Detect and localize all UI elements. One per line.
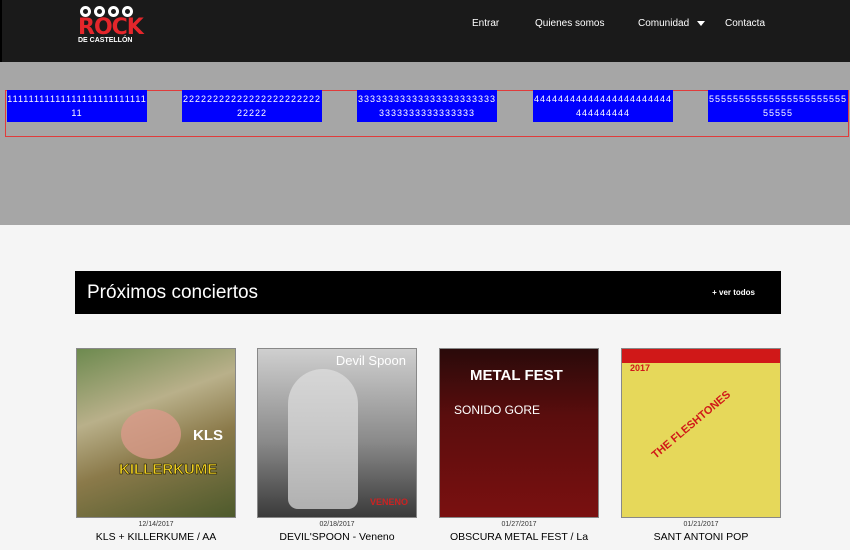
concert-date: 01/21/2017 (683, 521, 719, 528)
poster-text: KILLERKUME (119, 461, 218, 479)
concert-title[interactable]: SANT ANTONI POP (621, 531, 781, 543)
see-all-link[interactable]: + ver todos (712, 288, 755, 297)
poster-badge: VENENO (369, 497, 408, 507)
concert-poster[interactable]: 2017 THE FLESHTONES (621, 348, 781, 518)
concert-poster[interactable]: KLS KILLERKUME (76, 348, 236, 518)
concert-card[interactable]: 2017 THE FLESHTONES 01/21/2017 SANT ANTO… (621, 348, 781, 543)
poster-figure (121, 409, 181, 459)
poster-badge: KLS (193, 427, 223, 444)
concerts-header: Próximos conciertos + ver todos (75, 271, 781, 314)
poster-badge: SONIDO GORE (454, 403, 541, 417)
slide-3[interactable]: 333333333333333333333333333333333333333 (357, 90, 497, 122)
logo-circle-icon (122, 6, 133, 17)
concert-card[interactable]: KLS KILLERKUME 12/14/2017 KLS + KILLERKU… (76, 348, 236, 543)
poster-badge: 2017 (630, 363, 651, 373)
concert-title[interactable]: KLS + KILLERKUME / AA (76, 531, 236, 543)
slide-4[interactable]: 44444444444444444444444444444444 (533, 90, 673, 122)
poster-text: Devil Spoon (335, 353, 406, 368)
logo-subtitle: DE CASTELLÓN (78, 37, 133, 44)
slide-2[interactable]: 2222222222222222222222222222 (182, 90, 322, 122)
concert-card[interactable]: METAL FEST SONIDO GORE 01/27/2017 OBSCUR… (439, 348, 599, 543)
nav-quienes-somos[interactable]: Quienes somos (535, 18, 604, 29)
poster-top-band (622, 349, 780, 363)
nav-contacta[interactable]: Contacta (725, 18, 765, 29)
section-title: Próximos conciertos (87, 282, 259, 303)
nav-comunidad[interactable]: Comunidad (638, 18, 706, 29)
poster-text: METAL FEST (470, 367, 563, 384)
concert-card[interactable]: Devil Spoon VENENO 02/18/2017 DEVIL'SPOO… (257, 348, 417, 543)
logo-circle-icon (94, 6, 105, 17)
concert-date: 12/14/2017 (138, 521, 174, 528)
logo-icons (80, 6, 140, 17)
slide-5[interactable]: 5555555555555555555555555555 (708, 90, 848, 122)
site-logo[interactable]: ROCK DE CASTELLÓN (78, 6, 144, 56)
poster-figure (288, 369, 358, 509)
slide-1[interactable]: 1111111111111111111111111111 (7, 90, 147, 122)
poster-text: THE FLESHTONES (649, 388, 734, 462)
hero-banner (0, 62, 850, 225)
concert-title[interactable]: OBSCURA METAL FEST / La (439, 531, 599, 543)
concert-date: 01/27/2017 (501, 521, 537, 528)
logo-circle-icon (80, 6, 91, 17)
top-navbar: ROCK DE CASTELLÓN Entrar Quienes somos C… (0, 0, 850, 62)
concert-date: 02/18/2017 (319, 521, 355, 528)
chevron-down-icon (697, 20, 706, 26)
concert-poster[interactable]: Devil Spoon VENENO (257, 348, 417, 518)
nav-entrar[interactable]: Entrar (472, 18, 499, 29)
concert-poster[interactable]: METAL FEST SONIDO GORE (439, 348, 599, 518)
nav-comunidad-label: Comunidad (638, 18, 690, 29)
logo-circle-icon (108, 6, 119, 17)
concert-title[interactable]: DEVIL'SPOON - Veneno (257, 531, 417, 543)
logo-title: ROCK (78, 15, 144, 40)
